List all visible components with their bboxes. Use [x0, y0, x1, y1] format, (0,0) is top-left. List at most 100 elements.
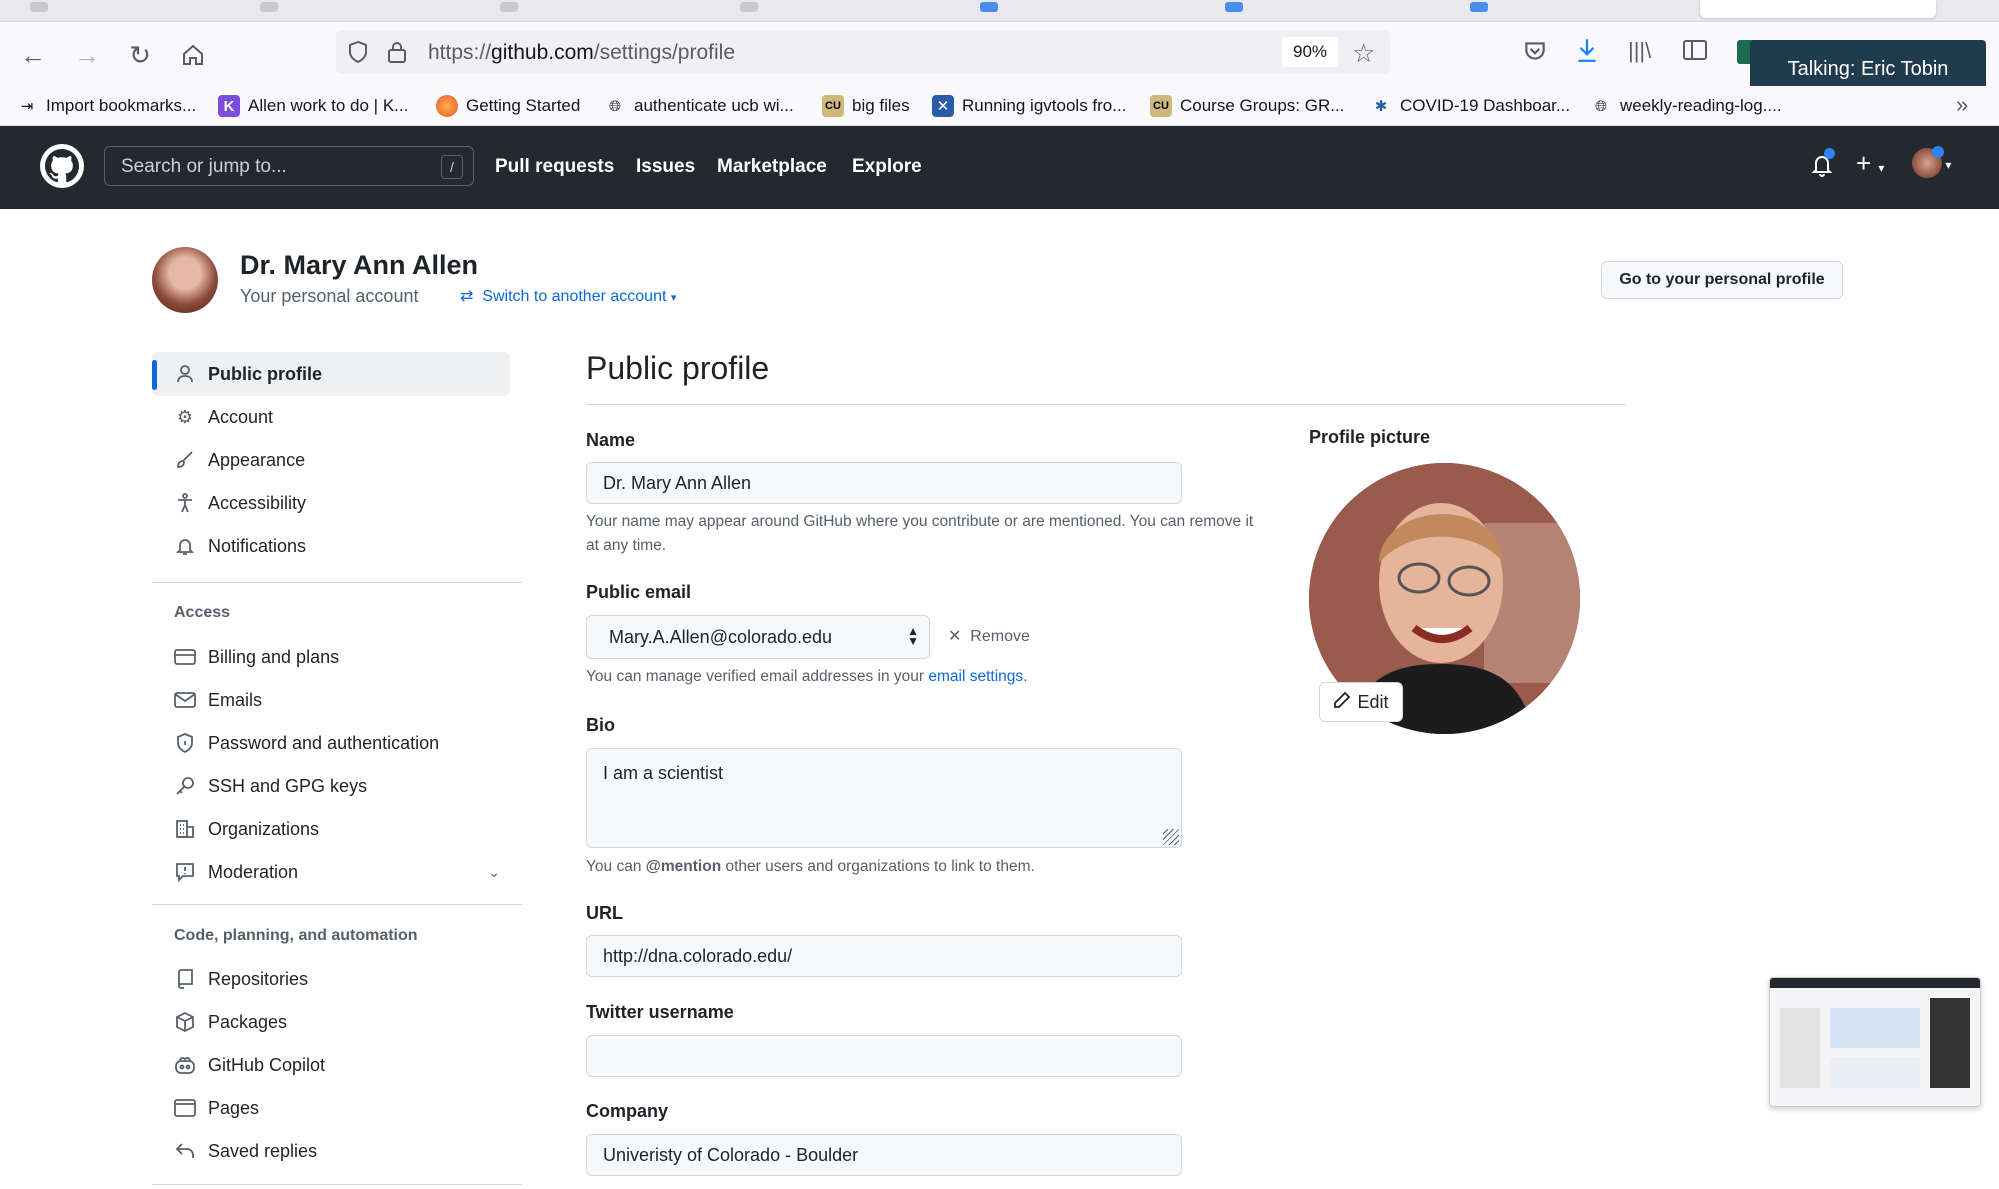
url-bar[interactable]: https://github.com/settings/profile 90% … [336, 30, 1390, 74]
resize-handle[interactable] [1163, 829, 1179, 845]
globe-icon: 🌐︎ [1594, 97, 1607, 115]
sidebar-item-account[interactable]: ⚙︎ Account [152, 395, 510, 439]
home-icon[interactable] [178, 40, 208, 70]
reload-icon[interactable]: ↻ [125, 40, 155, 70]
account-name: Dr. Mary Ann Allen [240, 250, 479, 280]
github-logo-icon[interactable] [40, 144, 84, 188]
tab[interactable] [500, 2, 518, 12]
bookmark-item[interactable]: 🌐︎ weekly-reading-log.... [1590, 94, 1782, 118]
nav-pull-requests[interactable]: Pull requests [495, 156, 614, 178]
lock-icon[interactable] [386, 40, 408, 69]
shield-icon[interactable] [346, 40, 370, 69]
company-field[interactable]: Univeristy of Colorado - Boulder [586, 1134, 1182, 1176]
sidebar-item-moderation[interactable]: Moderation ⌄ [152, 850, 522, 894]
twitter-label: Twitter username [586, 1002, 734, 1022]
twitter-field[interactable] [586, 1035, 1182, 1077]
zoom-level[interactable]: 90% [1282, 37, 1338, 67]
gear-icon: ⚙︎ [176, 406, 194, 427]
igv-icon: ✕ [932, 95, 954, 117]
sidebar-item-packages[interactable]: Packages [152, 1000, 510, 1044]
repo-icon [174, 969, 196, 989]
github-header: Search or jump to... / Pull requests Iss… [0, 126, 1999, 209]
status-dot [1932, 146, 1944, 158]
bio-textarea[interactable]: I am a scientist [586, 748, 1182, 848]
overflow-chevron-icon[interactable]: » [1956, 92, 1968, 118]
nav-explore[interactable]: Explore [852, 156, 922, 178]
sidebar-divider [152, 1184, 522, 1185]
company-label: Company [586, 1101, 669, 1121]
remove-email-button[interactable]: ✕ Remove [948, 626, 1030, 646]
edit-picture-button[interactable]: Edit [1319, 682, 1403, 722]
email-settings-link[interactable]: email settings [928, 668, 1023, 685]
sidebar-item-pages[interactable]: Pages [152, 1086, 510, 1130]
sidebar-item-appearance[interactable]: Appearance [152, 438, 510, 482]
user-avatar-menu[interactable]: ▾ [1912, 146, 1951, 178]
bookmark-item[interactable]: ⇥ Import bookmarks... [16, 94, 197, 118]
sidebar-item-public-profile[interactable]: Public profile [152, 352, 510, 396]
active-tab[interactable] [1700, 0, 1936, 18]
sidebar-toggle-icon[interactable] [1682, 38, 1708, 67]
create-new-icon[interactable]: + ▾ [1856, 148, 1884, 179]
nav-issues[interactable]: Issues [636, 156, 695, 178]
thumbnail-header [1770, 978, 1980, 988]
tab[interactable] [30, 2, 48, 12]
copilot-icon [174, 1055, 196, 1075]
bookmark-item[interactable]: K Allen work to do | K... [218, 94, 408, 118]
sidebar-item-password[interactable]: Password and authentication [152, 721, 510, 765]
avatar [152, 247, 218, 313]
sidebar-item-accessibility[interactable]: Accessibility [152, 481, 510, 525]
sidebar-divider [152, 582, 522, 583]
url-text[interactable]: https://github.com/settings/profile [428, 41, 735, 65]
paintbrush-icon [174, 450, 196, 470]
sidebar-item-emails[interactable]: Emails [152, 678, 510, 722]
bio-help-text: You can @mention other users and organiz… [586, 858, 1035, 875]
search-input[interactable]: Search or jump to... / [104, 146, 474, 186]
bookmark-item[interactable]: Getting Started [436, 94, 580, 118]
sidebar-item-notifications[interactable]: Notifications [152, 524, 510, 568]
bookmarks-toolbar: ⇥ Import bookmarks... K Allen work to do |… [0, 86, 1999, 126]
screen-share-thumbnail[interactable] [1769, 977, 1981, 1107]
sidebar-item-ssh-gpg[interactable]: SSH and GPG keys [152, 764, 510, 808]
library-icon[interactable]: |||\ [1628, 38, 1651, 64]
package-icon [174, 1012, 196, 1032]
bio-label: Bio [586, 715, 615, 735]
covid-icon: ✱ [1374, 98, 1388, 115]
pocket-icon[interactable] [1522, 38, 1548, 69]
nav-marketplace[interactable]: Marketplace [717, 156, 827, 178]
download-icon[interactable] [1574, 36, 1600, 69]
bookmark-item[interactable]: CU Course Groups: GR... [1150, 94, 1344, 118]
tab[interactable] [740, 2, 758, 12]
public-email-label: Public email [586, 582, 692, 602]
tab[interactable] [1225, 2, 1243, 12]
switch-account-link[interactable]: ⇄ Switch to another account ▾ [460, 286, 676, 306]
url-field[interactable]: http://dna.colorado.edu/ [586, 935, 1182, 977]
bell-icon[interactable] [1810, 148, 1835, 184]
title-divider [586, 404, 1626, 405]
sidebar-item-organizations[interactable]: Organizations [152, 807, 510, 851]
shield-lock-icon [174, 733, 196, 753]
bookmark-item[interactable]: ✕ Running igvtools fro... [932, 94, 1126, 118]
go-to-profile-button[interactable]: Go to your personal profile [1601, 261, 1843, 299]
sidebar-item-repositories[interactable]: Repositories [152, 957, 510, 1001]
page-title: Public profile [586, 350, 770, 386]
sidebar-divider [152, 904, 522, 905]
sidebar-item-saved-replies[interactable]: Saved replies [152, 1129, 510, 1173]
tab[interactable] [1470, 2, 1488, 12]
name-field[interactable]: Dr. Mary Ann Allen [586, 462, 1182, 504]
bookmark-item[interactable]: ✱ COVID-19 Dashboar... [1370, 94, 1570, 118]
import-icon: ⇥ [20, 98, 34, 115]
back-icon[interactable]: ← [18, 40, 48, 70]
tab[interactable] [980, 2, 998, 12]
tab[interactable] [260, 2, 278, 12]
close-icon: ✕ [948, 628, 962, 645]
forward-icon[interactable]: → [72, 40, 102, 70]
sidebar-item-billing[interactable]: Billing and plans [152, 635, 510, 679]
bookmark-item[interactable]: CU big files [822, 94, 910, 118]
sidebar-item-copilot[interactable]: GitHub Copilot [152, 1043, 510, 1087]
chevron-down-icon[interactable]: ⌄ [488, 864, 500, 881]
public-email-select[interactable]: Mary.A.Allen@colorado.edu ▲ ▼ [586, 615, 930, 659]
browser-tab-strip [0, 0, 1999, 22]
star-icon[interactable]: ☆ [1352, 38, 1375, 69]
firefox-icon [436, 95, 458, 117]
bookmark-item[interactable]: 🌐︎ authenticate ucb wi... [604, 94, 794, 118]
